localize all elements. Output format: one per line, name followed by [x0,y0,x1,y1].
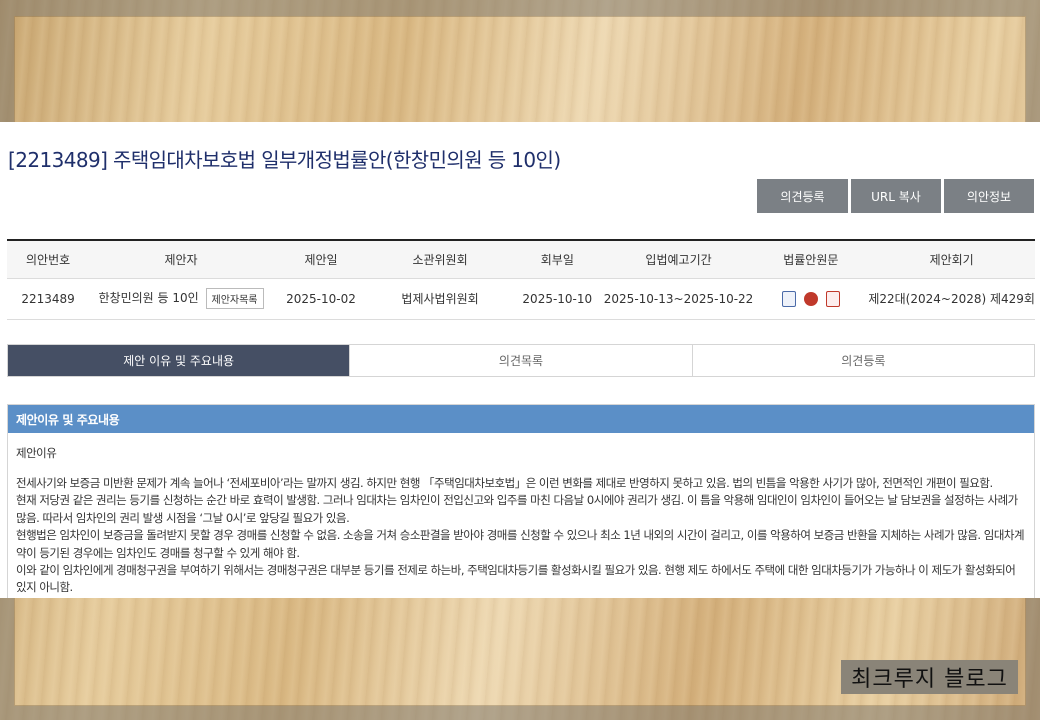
header-proposer: 제안자 [89,240,273,279]
proposal-content-section: 제안이유 및 주요내용 제안이유 전세사기와 보증금 미반환 문제가 계속 늘어… [7,404,1035,598]
tab-bar: 제안 이유 및 주요내용 의견목록 의견등록 [7,344,1035,377]
bill-info-table: 의안번호 제안자 제안일 소관위원회 회부일 입법예고기간 법률안원문 제안회기… [7,239,1035,320]
section-body: 제안이유 전세사기와 보증금 미반환 문제가 계속 늘어나 ‘전세포비아’라는 … [8,433,1034,597]
proposer-list-button[interactable]: 제안자목록 [205,288,264,309]
header-bill-original: 법률안원문 [753,240,869,279]
tab-proposal-reason[interactable]: 제안 이유 및 주요내용 [8,345,351,376]
referral-date-cell: 2025-10-10 [510,278,604,320]
paragraph: 전세사기와 보증금 미반환 문제가 계속 늘어나 ‘전세포비아’라는 말까지 생… [16,476,993,490]
proposer-name: 한창민의원 등 10인 [98,291,199,305]
blog-watermark: 최크루지 블로그 [841,660,1018,694]
table-row: 2213489 한창민의원 등 10인 제안자목록 2025-10-02 법제사… [7,278,1035,320]
document-search-icon[interactable] [781,290,796,307]
hwp-file-icon[interactable] [803,291,818,306]
action-buttons: 의견등록 URL 복사 의안정보 [757,179,1034,213]
session-cell: 제22대(2024~2028) 제429회 [868,278,1035,320]
subheading: 제안이유 [16,446,57,460]
pdf-file-icon[interactable] [825,290,840,307]
bill-original-cell [753,278,869,320]
header-notice-period: 입법예고기간 [603,240,754,279]
url-copy-button[interactable]: URL 복사 [851,179,941,213]
tab-opinion-list[interactable]: 의견목록 [350,345,693,376]
tab-opinion-register[interactable]: 의견등록 [693,345,1034,376]
paragraph: 현재 저당권 같은 권리는 등기를 신청하는 순간 바로 효력이 발생함. 그러… [16,493,1018,525]
section-title: 제안이유 및 주요내용 [8,405,1034,433]
page-title: [2213489] 주택임대차보호법 일부개정법률안(한창민의원 등 10인) [8,148,561,172]
notice-period-cell: 2025-10-13~2025-10-22 [603,278,754,320]
header-committee: 소관위원회 [369,240,511,279]
header-referral-date: 회부일 [510,240,604,279]
header-bill-no: 의안번호 [7,240,90,279]
paragraph: 현행법은 임차인이 보증금을 돌려받지 못할 경우 경매를 신청할 수 없음. … [16,528,1025,560]
paragraph: 이와 같이 임차인에게 경매청구권을 부여하기 위해서는 경매청구권은 대부분 … [16,563,1016,595]
bill-info-button[interactable]: 의안정보 [944,179,1034,213]
bill-detail-panel: [2213489] 주택임대차보호법 일부개정법률안(한창민의원 등 10인) … [0,122,1040,598]
table-header-row: 의안번호 제안자 제안일 소관위원회 회부일 입법예고기간 법률안원문 제안회기 [7,240,1035,279]
proposal-date-cell: 2025-10-02 [272,278,370,320]
header-proposal-date: 제안일 [272,240,370,279]
proposer-cell: 한창민의원 등 10인 제안자목록 [89,278,273,320]
bill-no-cell: 2213489 [7,278,90,320]
opinion-register-button[interactable]: 의견등록 [757,179,848,213]
committee-cell: 법제사법위원회 [369,278,511,320]
header-session: 제안회기 [868,240,1035,279]
